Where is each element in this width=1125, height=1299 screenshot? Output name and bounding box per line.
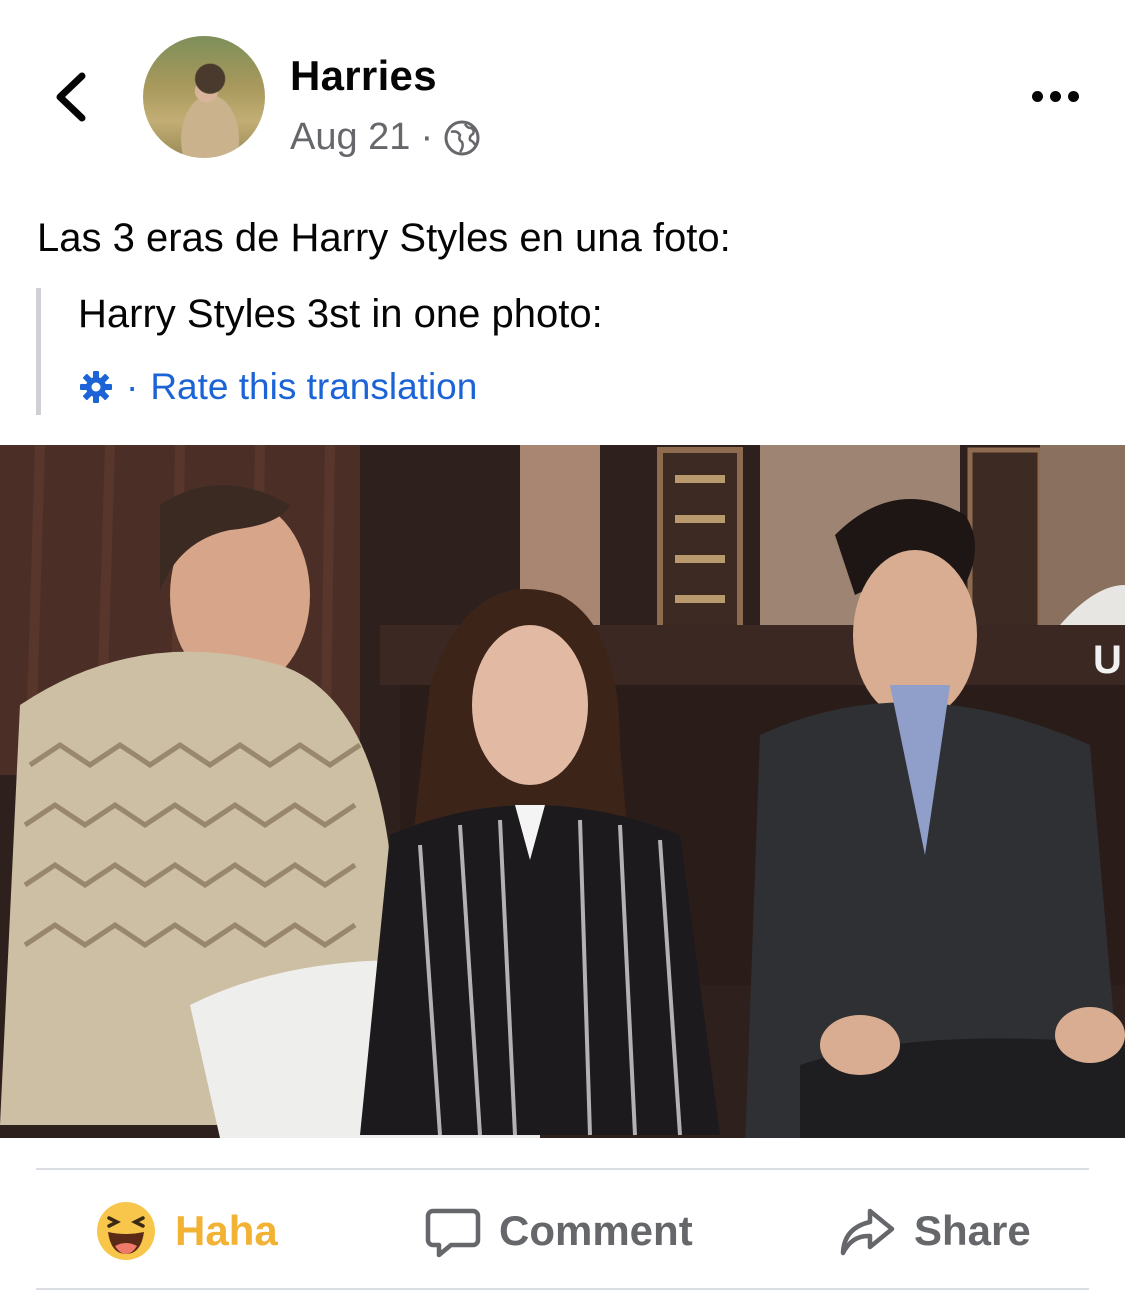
meta-separator: · [420, 116, 434, 158]
haha-emoji-icon [97, 1202, 155, 1260]
translation-block: Harry Styles 3st in one photo: · Rate th… [36, 288, 741, 415]
photo-illustration: U [0, 445, 1125, 1138]
action-bar-top-divider [36, 1168, 1089, 1170]
globe-icon [444, 120, 480, 155]
post-date[interactable]: Aug 21 [290, 116, 410, 159]
action-bar-bottom-divider [36, 1288, 1089, 1290]
translation-actions: · Rate this translation [78, 366, 477, 408]
gear-icon[interactable] [78, 369, 114, 405]
author-avatar[interactable] [143, 36, 265, 158]
comment-label: Comment [499, 1207, 693, 1254]
author-name[interactable]: Harries [290, 52, 437, 100]
haha-reaction-button[interactable]: Haha [95, 1196, 278, 1266]
post-photo[interactable]: U [0, 445, 1125, 1138]
back-button[interactable] [40, 62, 100, 132]
haha-label: Haha [175, 1207, 278, 1254]
translated-text: Harry Styles 3st in one photo: [78, 292, 603, 336]
share-label: Share [914, 1207, 1031, 1254]
more-options-button[interactable] [1020, 78, 1090, 114]
rate-translation-link[interactable]: Rate this translation [150, 366, 477, 408]
translation-separator: · [126, 366, 139, 407]
share-button[interactable]: Share [838, 1196, 1031, 1266]
comment-button[interactable]: Comment [425, 1196, 693, 1266]
post-meta: Aug 21 · [290, 116, 481, 159]
photo-logo-text: U [1093, 638, 1122, 682]
chevron-left-icon [56, 72, 86, 122]
post-text: Las 3 eras de Harry Styles en una foto: [37, 216, 731, 260]
share-arrow-icon [840, 1208, 895, 1256]
ellipsis-icon [1031, 90, 1043, 102]
comment-bubble-icon [425, 1208, 481, 1258]
